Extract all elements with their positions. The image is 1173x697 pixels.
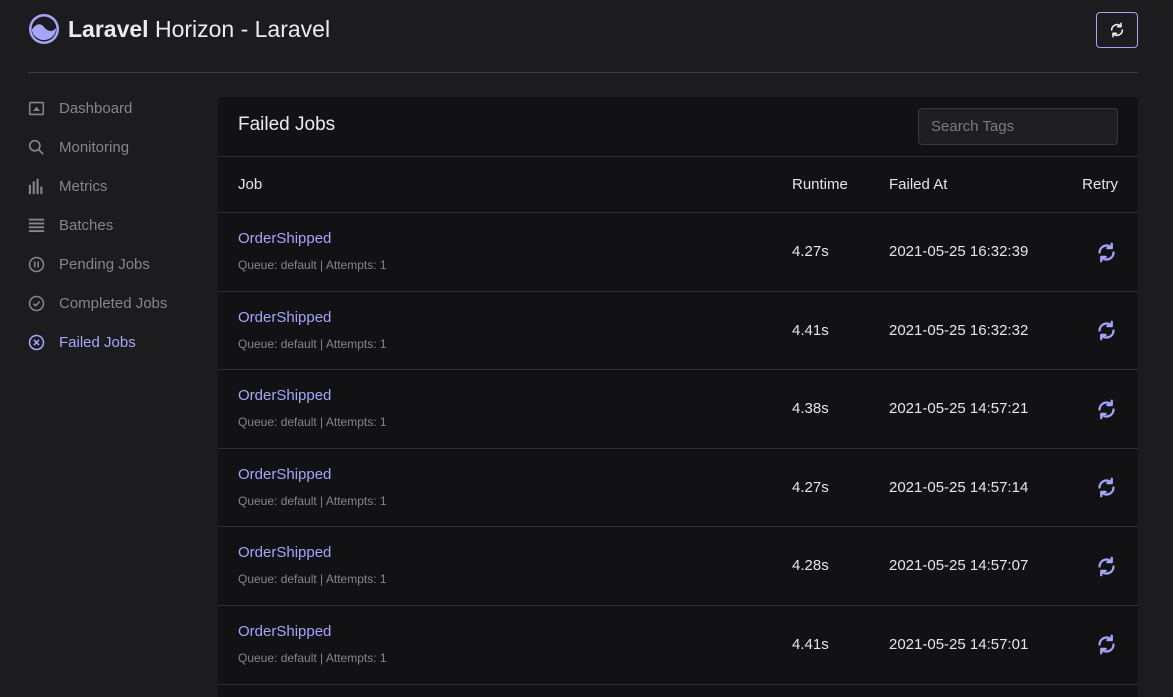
retry-icon: [1097, 242, 1115, 262]
table-row: OrderShipped Queue: default | Attempts: …: [218, 370, 1138, 449]
panel-header: Failed Jobs: [218, 97, 1138, 157]
table-row: OrderShipped Queue: default | Attempts: …: [218, 527, 1138, 606]
horizon-logo-icon[interactable]: [28, 13, 60, 45]
job-runtime: 4.41s: [792, 635, 829, 653]
job-meta: Queue: default | Attempts: 1: [238, 572, 387, 587]
table-row: OrderShipped Queue: default | Attempts: …: [218, 213, 1138, 292]
column-header-job: Job: [238, 176, 263, 193]
retry-button[interactable]: [1094, 397, 1118, 421]
retry-button[interactable]: [1094, 319, 1118, 343]
column-header-retry: Retry: [1082, 176, 1118, 193]
sidebar-item-metrics[interactable]: Metrics: [28, 167, 208, 206]
job-meta: Queue: default | Attempts: 1: [238, 650, 387, 665]
dashboard-icon: [28, 100, 45, 117]
job-runtime: 4.38s: [792, 400, 829, 418]
job-meta: Queue: default | Attempts: 1: [238, 493, 387, 508]
sidebar-item-failed-jobs[interactable]: Failed Jobs: [28, 323, 208, 362]
sidebar-item-pending-jobs[interactable]: Pending Jobs: [28, 245, 208, 284]
job-name-link[interactable]: OrderShipped: [238, 230, 331, 247]
sidebar-item-label: Failed Jobs: [59, 334, 136, 351]
job-meta: Queue: default | Attempts: 1: [238, 415, 387, 430]
job-failed-at: 2021-05-25 16:32:39: [889, 243, 1029, 260]
job-failed-at: 2021-05-25 14:57:07: [889, 557, 1029, 575]
job-failed-at: 2021-05-25 14:57:01: [889, 635, 1029, 653]
sidebar-item-dashboard[interactable]: Dashboard: [28, 89, 208, 128]
job-runtime: 4.27s: [792, 478, 829, 496]
search-tags-input[interactable]: [918, 108, 1118, 145]
retry-button[interactable]: [1094, 554, 1118, 578]
job-name-link[interactable]: OrderShipped: [238, 466, 331, 483]
column-header-runtime: Runtime: [792, 176, 848, 193]
app-title-rest: Horizon - Laravel: [148, 16, 331, 42]
sidebar-item-label: Dashboard: [59, 100, 133, 117]
list-icon: [28, 217, 45, 234]
check-circle-icon: [28, 295, 45, 312]
x-circle-icon: [28, 334, 45, 351]
app-title-bold: Laravel: [68, 16, 149, 42]
retry-icon: [1097, 556, 1115, 577]
job-name-link[interactable]: OrderShipped: [238, 623, 331, 640]
top-bar: Laravel Horizon - Laravel: [28, 0, 1138, 73]
sidebar-item-label: Batches: [59, 217, 114, 234]
job-meta: Queue: default | Attempts: 1: [238, 258, 387, 272]
job-failed-at: 2021-05-25 14:57:14: [889, 478, 1029, 496]
table-row: OrderShipped Queue: default | Attempts: …: [218, 449, 1138, 528]
pause-circle-icon: [28, 256, 45, 273]
retry-icon: [1097, 477, 1115, 498]
retry-icon: [1097, 635, 1115, 655]
sidebar-item-batches[interactable]: Batches: [28, 206, 208, 245]
sidebar: Dashboard Monitoring Metrics Batches Pen…: [28, 89, 208, 362]
retry-button[interactable]: [1094, 476, 1118, 500]
page-title: Failed Jobs: [238, 114, 336, 135]
table-header: Job Runtime Failed At Retry: [218, 157, 1138, 213]
retry-button[interactable]: [1094, 633, 1118, 657]
job-name-link[interactable]: OrderShipped: [238, 544, 331, 561]
sidebar-item-label: Monitoring: [59, 139, 130, 156]
column-header-failed-at: Failed At: [889, 176, 948, 193]
sidebar-item-monitoring[interactable]: Monitoring: [28, 128, 208, 167]
table-row: OrderShipped Queue: default | Attempts: …: [218, 606, 1138, 685]
job-failed-at: 2021-05-25 16:32:32: [889, 321, 1029, 339]
bar-chart-icon: [28, 178, 45, 195]
retry-icon: [1097, 320, 1115, 341]
sidebar-item-label: Pending Jobs: [59, 256, 150, 273]
auto-refresh-button[interactable]: [1096, 12, 1138, 48]
job-runtime: 4.27s: [792, 243, 829, 260]
sidebar-item-label: Metrics: [59, 178, 108, 195]
failed-jobs-panel: Failed Jobs Job Runtime Failed At Retry …: [218, 97, 1138, 697]
job-meta: Queue: default | Attempts: 1: [238, 336, 387, 351]
search-icon: [28, 139, 45, 156]
refresh-icon: [1110, 22, 1124, 38]
job-name-link[interactable]: OrderShipped: [238, 387, 331, 404]
job-failed-at: 2021-05-25 14:57:21: [889, 400, 1029, 418]
app-title: Laravel Horizon - Laravel: [68, 15, 330, 43]
retry-button[interactable]: [1094, 240, 1118, 264]
job-runtime: 4.28s: [792, 557, 829, 575]
job-name-link[interactable]: OrderShipped: [238, 309, 331, 326]
table-row: OrderShipped Queue: default | Attempts: …: [218, 292, 1138, 371]
job-runtime: 4.41s: [792, 321, 829, 339]
sidebar-item-label: Completed Jobs: [59, 295, 168, 312]
sidebar-item-completed-jobs[interactable]: Completed Jobs: [28, 284, 208, 323]
retry-icon: [1097, 399, 1115, 420]
